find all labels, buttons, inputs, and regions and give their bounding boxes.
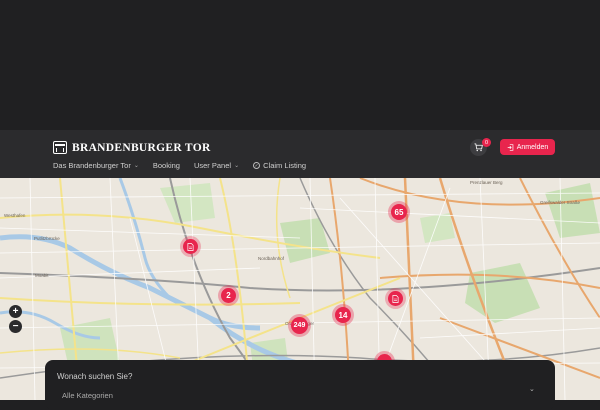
- map-listing-marker[interactable]: [388, 291, 403, 306]
- zoom-out-button[interactable]: −: [9, 320, 22, 333]
- nav-item-booking[interactable]: Booking: [153, 161, 180, 170]
- top-dark-area: [0, 0, 600, 130]
- chevron-down-icon: ⌄: [234, 163, 240, 169]
- nav-item-label: Claim Listing: [263, 161, 307, 170]
- nav-item-user-panel[interactable]: User Panel ⌄: [194, 161, 239, 170]
- map-label: Nordbahnhof: [258, 256, 285, 261]
- chevron-down-icon: ⌄: [133, 163, 139, 169]
- map-cluster-marker[interactable]: 2: [221, 288, 236, 303]
- map-label: Prenzlauer Berg: [470, 180, 503, 185]
- zoom-in-button[interactable]: +: [9, 305, 22, 318]
- map-listing-marker[interactable]: [183, 239, 198, 254]
- map-label: Westhafen: [4, 213, 26, 218]
- map-cluster-marker[interactable]: 249: [291, 317, 308, 334]
- login-icon: [507, 143, 514, 151]
- chevron-down-icon[interactable]: ⌄: [529, 385, 535, 393]
- login-button[interactable]: Anmelden: [500, 139, 555, 155]
- check-circle-icon: ✓: [253, 162, 261, 169]
- map-label: Moabit: [35, 273, 49, 278]
- map-label: Greifswalder Straße: [540, 200, 581, 205]
- nav-item-label: User Panel: [193, 161, 232, 170]
- main-nav: Das Brandenburger Tor ⌄ Booking User Pan…: [53, 161, 320, 170]
- cart-count-badge: 0: [482, 138, 491, 147]
- gate-logo-icon: [53, 141, 67, 154]
- nav-item-label: Das Brandenburger Tor: [53, 161, 131, 170]
- search-panel: Alle Kategorien ⌄: [45, 360, 555, 410]
- nav-item-label: Booking: [152, 161, 180, 170]
- map-cluster-marker[interactable]: 14: [335, 307, 351, 323]
- category-select[interactable]: Alle Kategorien: [62, 391, 113, 400]
- nav-item-claim-listing[interactable]: ✓ Claim Listing: [253, 161, 306, 170]
- nav-item-das-brandenburger-tor[interactable]: Das Brandenburger Tor ⌄: [53, 161, 139, 170]
- document-icon: [392, 294, 399, 303]
- document-icon: [187, 242, 194, 251]
- map-cluster-marker[interactable]: 65: [391, 204, 407, 220]
- login-label: Anmelden: [516, 143, 549, 151]
- map-label: Putlitzbrücke: [34, 236, 60, 241]
- logo[interactable]: BRANDENBURGER TOR: [53, 141, 211, 154]
- search-input[interactable]: [57, 369, 357, 383]
- logo-text: BRANDENBURGER TOR: [72, 141, 211, 154]
